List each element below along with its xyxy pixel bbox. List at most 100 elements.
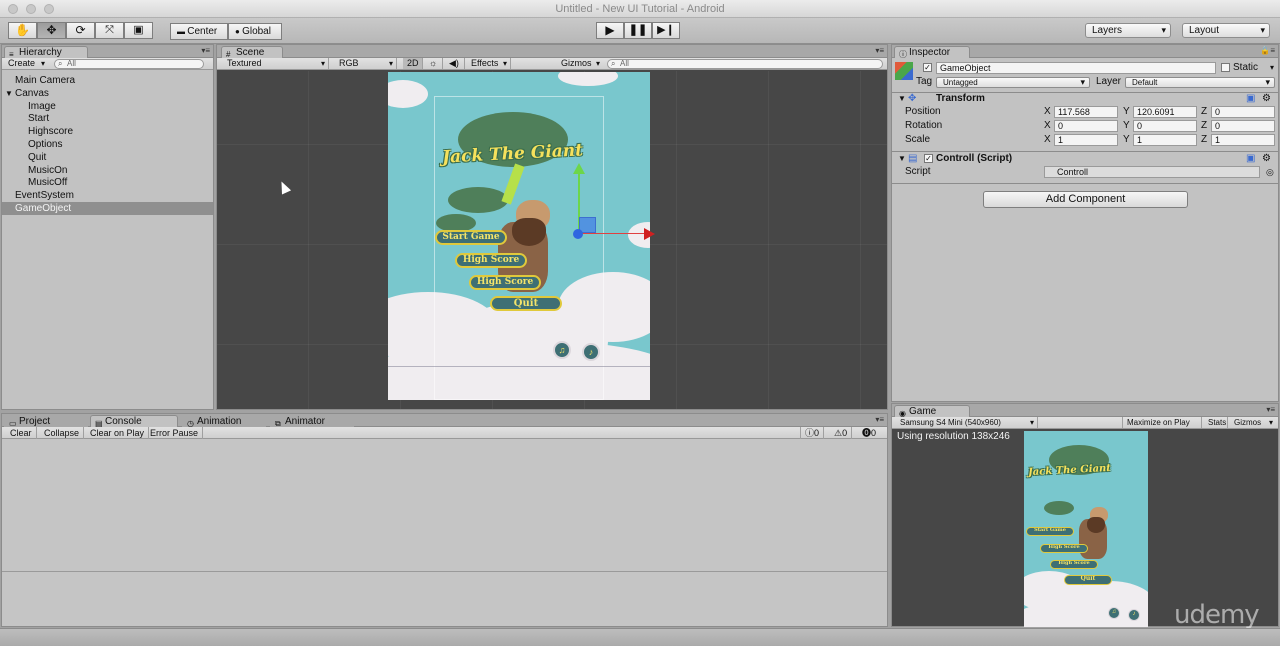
tag-dropdown[interactable]: Untagged [936,77,1090,88]
audio-toggle[interactable]: ◀) [445,58,465,69]
gear-icon[interactable]: ⚙ [1262,153,1271,165]
static-dropdown-icon[interactable]: ▾ [1270,62,1274,74]
pivot-icon: ▬ [177,27,188,36]
clear-button[interactable]: Clear [6,427,37,439]
scene-search-input[interactable]: All [607,59,883,69]
scale-z-input[interactable]: 1 [1211,134,1275,146]
hierarchy-item[interactable]: GameObject [2,202,213,215]
layers-dropdown[interactable]: Layers [1085,23,1171,38]
tab-project[interactable]: ▭ Project [4,415,88,428]
hierarchy-item[interactable]: Start [2,112,213,125]
rotate-tool-button[interactable]: ⟳ [66,22,95,39]
layout-dropdown[interactable]: Layout [1182,23,1270,38]
rotation-x-input[interactable]: 0 [1054,120,1118,132]
panel-menu-icon[interactable]: ▾≡ [875,46,884,55]
render-mode-dropdown[interactable]: RGB [335,58,397,69]
script-enabled-checkbox[interactable]: ✓ [924,154,933,163]
globe-icon: ● [235,27,243,36]
lock-icon[interactable]: 🔒≡ [1260,46,1275,55]
gizmo-y-arrow-icon[interactable] [573,163,585,174]
add-component-button[interactable]: Add Component [983,191,1188,208]
gizmos-dropdown[interactable]: Gizmos [557,58,603,69]
y-label: Y [1123,106,1130,117]
foldout-arrow-icon[interactable]: ▼ [5,87,13,100]
active-checkbox[interactable]: ✓ [923,63,932,72]
scale-x-input[interactable]: 1 [1054,134,1118,146]
panel-menu-icon[interactable]: ▾≡ [1266,405,1275,414]
hierarchy-item[interactable]: EventSystem [2,189,213,202]
error-pause-button[interactable]: Error Pause [146,427,204,439]
music-off-icon[interactable]: ♫ [1108,607,1120,619]
game-view-render[interactable]: Jack The Giant Start Game High Score Hig… [1024,431,1148,627]
warning-count-toggle[interactable]: ⚠0 [830,427,853,439]
mode-2d-toggle[interactable]: 2D [403,58,423,69]
error-count-toggle[interactable]: ⓿0 [858,427,880,439]
layer-dropdown[interactable]: Default [1125,77,1275,88]
object-picker-icon[interactable]: ◎ [1266,166,1274,178]
hierarchy-item[interactable]: Quit [2,151,213,164]
rect-transform-outline [434,96,604,400]
high-score-button[interactable]: High Score [1040,544,1088,553]
pause-button[interactable]: ❚❚ [624,22,652,39]
tab-console[interactable]: ▤ Console [90,415,178,428]
hierarchy-item[interactable]: Options [2,138,213,151]
shading-mode-dropdown[interactable]: Textured [223,58,329,69]
tab-game[interactable]: ◉ Game [894,405,970,418]
scale-tool-button[interactable]: ⤧ [95,22,124,39]
help-book-icon[interactable]: ▣ [1246,153,1255,165]
gizmo-x-axis[interactable] [579,233,647,234]
tab-inspector[interactable]: ⓘ Inspector [894,46,970,59]
hand-tool-button[interactable]: ✋ [8,22,37,39]
hierarchy-item[interactable]: Image [2,100,213,113]
scene-canvas-preview[interactable]: Jack The Giant Start Game High Score Hig… [388,72,650,400]
tab-hierarchy[interactable]: ≡ Hierarchy [4,46,88,59]
tab-scene[interactable]: # Scene [221,46,283,59]
panel-menu-icon[interactable]: ▾≡ [875,415,884,424]
create-dropdown[interactable]: Create [4,58,48,69]
static-checkbox[interactable] [1221,63,1230,72]
space-global-button[interactable]: ● Global [228,23,282,40]
tab-animator[interactable]: ⧉ Animator [270,415,354,428]
aspect-dropdown[interactable]: Samsung S4 Mini (540x960) [896,417,1038,428]
foldout-arrow-icon[interactable]: ▼ [898,153,906,165]
position-x-input[interactable]: 117.568 [1054,106,1118,118]
game-gizmos-dropdown[interactable]: Gizmos [1230,417,1276,428]
tab-animation[interactable]: ◷ Animation [182,415,266,428]
gizmo-center-handle[interactable] [573,229,583,239]
panel-menu-icon[interactable]: ▾≡ [201,46,210,55]
hierarchy-item[interactable]: MusicOff [2,176,213,189]
maximize-on-play-toggle[interactable]: Maximize on Play [1122,417,1202,428]
foldout-arrow-icon[interactable]: ▼ [898,93,906,105]
position-z-input[interactable]: 0 [1211,106,1275,118]
start-game-button[interactable]: Start Game [1026,527,1074,536]
console-log-list[interactable] [2,440,887,572]
rotation-z-input[interactable]: 0 [1211,120,1275,132]
hierarchy-item[interactable]: Highscore [2,125,213,138]
object-name-input[interactable]: GameObject [936,62,1216,74]
gear-icon[interactable]: ⚙ [1262,93,1271,105]
help-book-icon[interactable]: ▣ [1246,93,1255,105]
rect-tool-button[interactable]: ▣ [124,22,153,39]
lighting-toggle[interactable]: ☼ [425,58,443,69]
quit-button[interactable]: Quit [1064,575,1112,585]
script-object-field[interactable]: Controll [1044,166,1260,178]
log-count-toggle[interactable]: ⓘ0 [800,427,825,439]
collapse-button[interactable]: Collapse [40,427,85,439]
play-button[interactable]: ▶ [596,22,624,39]
hierarchy-item[interactable]: MusicOn [2,164,213,177]
pivot-center-button[interactable]: ▬ Center [170,23,228,40]
effects-dropdown[interactable]: Effects [467,58,511,69]
rotation-y-input[interactable]: 0 [1133,120,1197,132]
move-tool-button[interactable]: ✥ [37,22,66,39]
clear-on-play-button[interactable]: Clear on Play [86,427,150,439]
stats-toggle[interactable]: Stats [1204,417,1228,428]
music-on-icon[interactable]: ♪ [1128,609,1140,621]
scale-y-input[interactable]: 1 [1133,134,1197,146]
hierarchy-search-input[interactable]: All [54,59,204,69]
hierarchy-item[interactable]: Main Camera [2,74,213,87]
hierarchy-item[interactable]: ▼ Canvas [2,87,213,100]
options-button[interactable]: High Score [1050,560,1098,569]
step-button[interactable]: ▶❙ [652,22,680,39]
position-y-input[interactable]: 120.6091 [1133,106,1197,118]
gizmo-x-arrow-icon[interactable] [644,228,655,240]
